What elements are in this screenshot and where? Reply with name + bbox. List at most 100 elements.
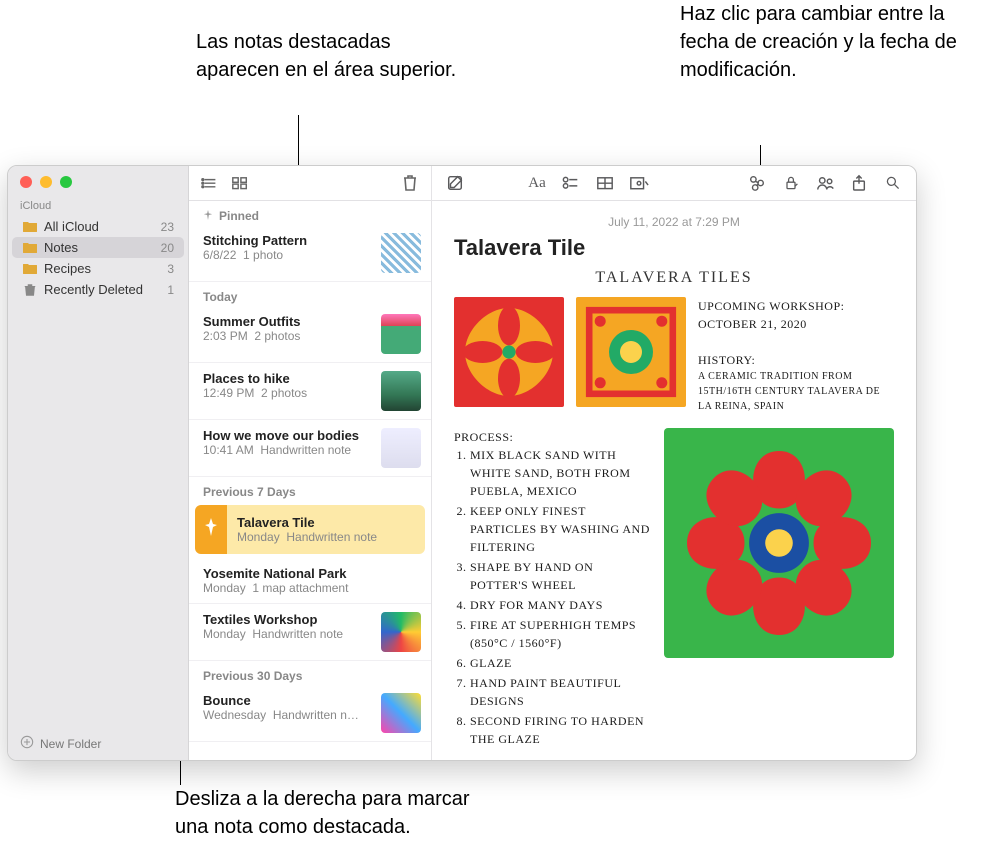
sidebar: iCloud All iCloud 23 Notes 20 Recipes 3 … [8,166,189,760]
swipe-pin-action[interactable] [195,505,227,554]
gallery-view-button[interactable] [227,172,253,194]
notes-window: iCloud All iCloud 23 Notes 20 Recipes 3 … [7,165,917,761]
process-item: MIX BLACK SAND WITH WHITE SAND, BOTH FRO… [470,446,652,500]
collaborate-button[interactable] [812,172,838,194]
note-item-move-bodies[interactable]: How we move our bodies 10:41 AM Handwrit… [189,420,431,477]
note-item-stitching[interactable]: Stitching Pattern 6/8/22 1 photo [189,225,431,282]
sidebar-item-label: All iCloud [44,219,99,234]
note-item-summer-outfits[interactable]: Summer Outfits 2:03 PM 2 photos [189,306,431,363]
editor-toolbar: Aa [432,166,916,201]
callout-date-text: Haz clic para cambiar entre la fecha de … [680,3,957,81]
sidebar-item-all-icloud[interactable]: All iCloud 23 [12,216,184,237]
notes-list: Pinned Stitching Pattern 6/8/22 1 photo … [189,166,432,760]
workshop-label: UPCOMING WORKSHOP: [698,297,894,315]
new-folder-label: New Folder [40,737,101,751]
note-sub: 10:41 AM Handwritten note [203,443,373,457]
process-item: SECOND FIRING TO HARDEN THE GLAZE [470,712,652,748]
minimize-window-button[interactable] [40,176,52,188]
note-title: Talavera Tile [237,515,415,530]
window-controls [8,172,188,198]
note-sub: 6/8/22 1 photo [203,248,373,262]
tile-image-1 [454,297,564,407]
workshop-history-block: UPCOMING WORKSHOP: OCTOBER 21, 2020 HIST… [698,297,894,414]
close-window-button[interactable] [20,176,32,188]
note-title: Places to hike [203,371,373,386]
callout-swipe-text: Desliza a la derecha para marcar una not… [175,788,470,838]
sidebar-item-count: 1 [167,283,174,297]
trash-icon [22,283,38,297]
pin-icon [203,209,213,223]
history-text: A CERAMIC TRADITION FROM 15TH/16TH CENTU… [698,369,894,414]
delete-note-button[interactable] [397,172,423,194]
sidebar-item-count: 3 [167,262,174,276]
format-button[interactable]: Aa [524,172,550,194]
note-sub: Wednesday Handwritten n… [203,708,373,722]
note-title: Stitching Pattern [203,233,373,248]
note-title: How we move our bodies [203,428,373,443]
callout-date: Haz clic para cambiar entre la fecha de … [680,0,960,84]
note-heading: Talavera Tile [454,235,894,261]
editor-body[interactable]: July 11, 2022 at 7:29 PM Talavera Tile T… [432,201,916,760]
note-thumbnail [381,314,421,354]
pinned-header-label: Pinned [219,209,259,223]
section-header-prev7: Previous 7 Days [189,477,431,501]
sidebar-item-label: Notes [44,240,78,255]
sidebar-item-notes[interactable]: Notes 20 [12,237,184,258]
tile-image-2 [576,297,686,407]
share-button[interactable] [846,172,872,194]
note-thumbnail [381,428,421,468]
note-item-yosemite[interactable]: Yosemite National Park Monday 1 map atta… [189,558,431,604]
note-title: Textiles Workshop [203,612,373,627]
note-sub: 12:49 PM 2 photos [203,386,373,400]
callout-swipe: Desliza a la derecha para marcar una not… [175,785,495,841]
process-block: PROCESS: MIX BLACK SAND WITH WHITE SAND,… [454,428,652,750]
plus-circle-icon [20,735,34,752]
process-item: FIRE AT SUPERHIGH TEMPS (850°C / 1560°F) [470,616,652,652]
link-button[interactable] [744,172,770,194]
note-thumbnail [381,693,421,733]
sidebar-item-label: Recipes [44,261,91,276]
workshop-date: OCTOBER 21, 2020 [698,315,894,333]
note-sub: Monday 1 map attachment [203,581,421,595]
lock-button[interactable] [778,172,804,194]
history-label: HISTORY: [698,351,894,369]
sidebar-item-recently-deleted[interactable]: Recently Deleted 1 [12,279,184,300]
note-thumbnail [381,371,421,411]
note-title: Yosemite National Park [203,566,421,581]
note-sub: Monday Handwritten note [203,627,373,641]
table-button[interactable] [592,172,618,194]
process-item: DRY FOR MANY DAYS [470,596,652,614]
note-sub: Monday Handwritten note [237,530,415,544]
zoom-window-button[interactable] [60,176,72,188]
list-toolbar [189,166,431,201]
note-date[interactable]: July 11, 2022 at 7:29 PM [454,211,894,235]
note-item-places-to-hike[interactable]: Places to hike 12:49 PM 2 photos [189,363,431,420]
note-item-textiles[interactable]: Textiles Workshop Monday Handwritten not… [189,604,431,661]
list-view-button[interactable] [197,172,223,194]
note-item-bounce[interactable]: Bounce Wednesday Handwritten n… [189,685,431,742]
checklist-button[interactable] [558,172,584,194]
process-item: SHAPE BY HAND ON POTTER'S WHEEL [470,558,652,594]
compose-button[interactable] [442,172,468,194]
tile-image-large [664,428,894,658]
process-label: PROCESS: [454,428,652,446]
note-title: Summer Outfits [203,314,373,329]
process-item: HAND PAINT BEAUTIFUL DESIGNS [470,674,652,710]
pin-icon [204,518,218,541]
search-button[interactable] [880,172,906,194]
note-thumbnail [381,612,421,652]
note-item-talavera[interactable]: Talavera Tile Monday Handwritten note [227,505,425,554]
sidebar-group-label: iCloud [8,198,188,216]
sidebar-item-count: 20 [161,241,174,255]
new-folder-button[interactable]: New Folder [8,727,188,760]
pinned-section-header: Pinned [189,201,431,225]
section-header-prev30: Previous 30 Days [189,661,431,685]
note-editor: Aa July 11, 2022 at 7:29 PM Talavera Til… [432,166,916,760]
process-item: KEEP ONLY FINEST PARTICLES BY WASHING AN… [470,502,652,556]
media-button[interactable] [626,172,652,194]
callout-pinned-text: Las notas destacadas aparecen en el área… [196,31,456,81]
process-list: MIX BLACK SAND WITH WHITE SAND, BOTH FRO… [454,446,652,748]
note-item-talavera-row: Talavera Tile Monday Handwritten note [195,505,425,554]
sidebar-item-recipes[interactable]: Recipes 3 [12,258,184,279]
sidebar-item-label: Recently Deleted [44,282,143,297]
